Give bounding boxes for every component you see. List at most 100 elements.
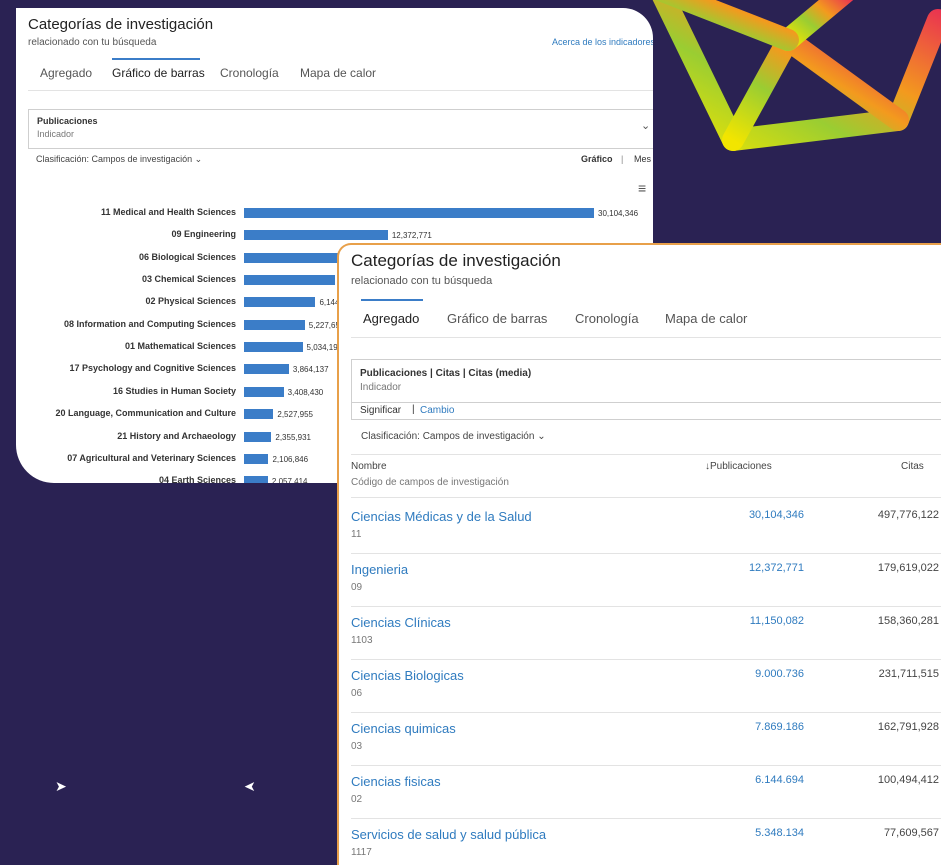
- category-code: 1103: [351, 635, 373, 646]
- bar-value-label: 12,372,771: [391, 231, 432, 241]
- bar[interactable]: [244, 364, 289, 375]
- citations-value: 162,791,928: [877, 721, 939, 733]
- publications-value[interactable]: 6.144.694: [755, 774, 804, 786]
- bar-label: 16 Studies in Human Society: [112, 385, 236, 396]
- divider: [28, 90, 653, 91]
- category-name-link[interactable]: Ciencias Clínicas: [351, 615, 451, 630]
- toggle-separator: |: [412, 404, 415, 415]
- column-header-citations[interactable]: Citas: [901, 461, 924, 472]
- tab-cronologia[interactable]: Cronología: [220, 66, 279, 80]
- citations-value: 231,711,515: [878, 668, 939, 680]
- bar-label: 03 Chemical Sciences: [141, 274, 236, 285]
- category-code: 02: [351, 794, 363, 805]
- pointer-left-icon: ➤: [244, 778, 256, 794]
- category-code: 11: [351, 529, 362, 540]
- chevron-down-icon: ⌄: [534, 431, 546, 442]
- bar-value-label: 30,104,346: [598, 209, 639, 218]
- category-name-link[interactable]: Servicios de salud y salud pública: [351, 827, 546, 842]
- bar[interactable]: [244, 409, 274, 420]
- indicator-select[interactable]: Publicaciones | Citas | Citas (media) In…: [351, 359, 941, 403]
- bar[interactable]: [244, 319, 305, 330]
- bar[interactable]: [244, 453, 269, 464]
- mean-button[interactable]: Significar: [360, 405, 401, 416]
- bar-value-label: 2,057,414: [271, 477, 308, 483]
- brand-logo-icon: [652, 0, 941, 151]
- bar[interactable]: [244, 208, 594, 218]
- tab-mapa-de-calor[interactable]: Mapa de calor: [665, 311, 747, 326]
- bar[interactable]: [244, 342, 303, 353]
- bar[interactable]: [244, 431, 272, 442]
- publications-value[interactable]: 11,150,082: [750, 615, 804, 627]
- header-divider: [351, 497, 941, 498]
- chevron-down-icon: ⌄: [192, 154, 203, 164]
- category-name-link[interactable]: Ciencias Médicas y de la Salud: [351, 509, 532, 524]
- panel-title: Categorías de investigación: [28, 16, 214, 33]
- bar[interactable]: [244, 386, 284, 397]
- table-row[interactable]: Ciencias Médicas y de la Salud 11 30,104,3…: [351, 501, 941, 554]
- bar-label: 01 Mathematical Sciences: [124, 341, 236, 352]
- publications-value[interactable]: 30,104,346: [749, 509, 804, 521]
- table-row[interactable]: Ciencias Clínicas 1103 11,150,082 158,360,2…: [351, 607, 941, 660]
- citations-value: 100,494,412: [877, 774, 939, 786]
- bar[interactable]: [244, 230, 388, 241]
- aggregate-table-panel: Categorías de investigación relacionado …: [337, 243, 941, 865]
- bar-label: 17 Psychology and Cognitive Sciences: [69, 363, 236, 374]
- bar-value-label: 2,527,955: [277, 410, 313, 420]
- bar[interactable]: [244, 476, 268, 483]
- tab-cronologia[interactable]: Cronología: [575, 311, 639, 326]
- view-chart-button[interactable]: Gráfico: [581, 154, 613, 164]
- tab-mapa-de-calor[interactable]: Mapa de calor: [300, 66, 376, 80]
- column-header-publications[interactable]: ↓Publicaciones: [705, 461, 772, 472]
- category-name-link[interactable]: Ciencias Biologicas: [351, 668, 464, 683]
- category-code: 09: [351, 582, 363, 593]
- view-table-button[interactable]: Mes: [634, 154, 651, 164]
- bar-label: 07 Agricultural and Veterinary Sciences: [67, 452, 236, 463]
- indicator-sub: Indicador: [37, 129, 75, 139]
- bar-value-label: 5,034,19: [306, 343, 338, 353]
- bar[interactable]: [244, 275, 336, 286]
- chevron-down-icon: ⌄: [641, 120, 651, 132]
- table-row[interactable]: Ciencias quimicas 03 7.869.186 162,791,928: [351, 713, 941, 766]
- tab-agregado[interactable]: Agregado: [363, 311, 419, 326]
- hamburger-menu-icon[interactable]: ≡: [638, 180, 646, 196]
- publications-value[interactable]: 7.869.186: [755, 721, 804, 733]
- tab-grafico-de-barras[interactable]: Gráfico de barras: [112, 66, 205, 80]
- classification-dropdown[interactable]: Clasificación: Campos de investigación ⌄: [36, 154, 202, 165]
- category-name-link[interactable]: Ciencias fisicas: [351, 774, 441, 789]
- bar[interactable]: [244, 297, 316, 308]
- table-row[interactable]: Ciencias fisicas 02 6.144.694 100,494,412: [351, 766, 941, 819]
- publications-value[interactable]: 5.348.134: [755, 827, 804, 839]
- divider: [351, 337, 941, 338]
- active-tab-indicator: [112, 58, 200, 60]
- indicator-label: Publicaciones | Citas | Citas (media): [360, 368, 532, 379]
- bar-label: 20 Language, Communication and Culture: [55, 408, 236, 419]
- table-row[interactable]: Ciencias Biologicas 06 9.000.736 231,711,51…: [351, 660, 941, 713]
- classification-dropdown[interactable]: Clasificación: Campos de investigación ⌄: [361, 431, 546, 442]
- publications-value[interactable]: 9.000.736: [755, 668, 804, 680]
- panel-subtitle: relacionado con tu búsqueda: [28, 37, 157, 48]
- bar[interactable]: [244, 252, 349, 263]
- category-code: 03: [351, 741, 363, 752]
- panel-subtitle: relacionado con tu búsqueda: [351, 275, 493, 287]
- citations-value: 77,609,567: [883, 827, 939, 839]
- category-code: 06: [351, 688, 363, 699]
- bar-value-label: 3,864,137: [292, 365, 329, 375]
- category-name-link[interactable]: Ciencias quimicas: [351, 721, 456, 736]
- about-indicators-link[interactable]: Acerca de los indicadores: [552, 37, 653, 47]
- change-button[interactable]: Cambio: [420, 405, 454, 416]
- active-tab-indicator: [361, 299, 423, 301]
- bar-label: 21 History and Archaeology: [117, 430, 236, 441]
- table-row[interactable]: Ingenieria 09 12,372,771 179,619,022: [351, 554, 941, 607]
- table-row[interactable]: Servicios de salud y salud pública 1117 5.…: [351, 819, 941, 865]
- tab-grafico-de-barras[interactable]: Gráfico de barras: [447, 311, 547, 326]
- column-header-name[interactable]: Nombre: [351, 461, 387, 472]
- bar-value-label: 2,355,931: [275, 432, 311, 442]
- pointer-right-icon: ➤: [55, 778, 67, 794]
- publications-value[interactable]: 12,372,771: [749, 562, 804, 574]
- tab-agregado[interactable]: Agregado: [40, 66, 92, 80]
- column-header-code: Código de campos de investigación: [351, 477, 509, 488]
- column-header-publications-label: Publicaciones: [710, 461, 772, 472]
- indicator-select[interactable]: Publicaciones Indicador ⌄: [28, 109, 653, 149]
- category-name-link[interactable]: Ingenieria: [351, 562, 408, 577]
- panel-title: Categorías de investigación: [351, 251, 561, 270]
